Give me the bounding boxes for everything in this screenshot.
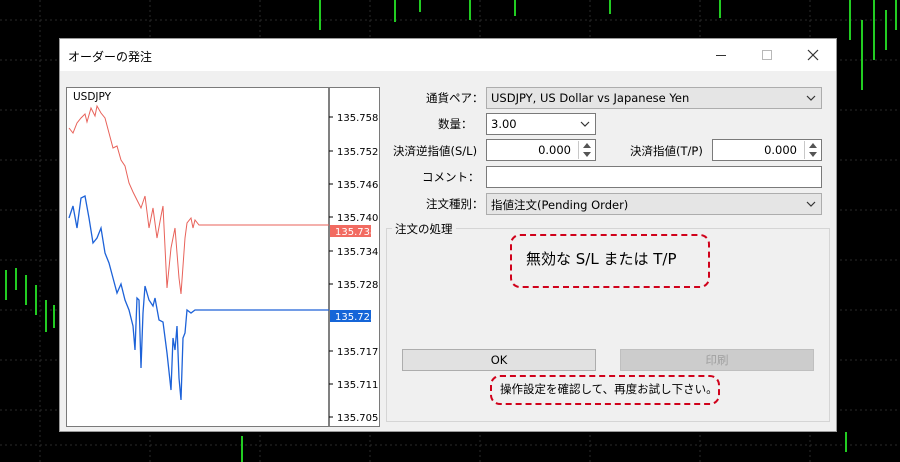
maximize-icon bbox=[762, 50, 772, 60]
maximize-button[interactable] bbox=[744, 39, 790, 71]
sl-input[interactable]: 0.000 bbox=[486, 139, 596, 161]
volume-combo[interactable]: 3.00 bbox=[486, 113, 596, 135]
comment-label: コメント： bbox=[422, 170, 480, 184]
window-title: オーダーの発注 bbox=[68, 50, 153, 64]
chevron-down-icon bbox=[806, 201, 816, 207]
hint-message: 操作設定を確認して、再度お試し下さい。 bbox=[500, 382, 718, 396]
minimize-icon bbox=[716, 55, 726, 56]
spin-down-icon[interactable] bbox=[805, 150, 820, 159]
error-message: 無効な S/L または T/P bbox=[526, 250, 677, 268]
comment-input[interactable] bbox=[486, 166, 822, 188]
volume-value: 3.00 bbox=[491, 117, 517, 131]
tick-chart-canvas: USDJPY 135.758 135.752 135.746 135.740 135.7… bbox=[68, 88, 378, 426]
close-icon bbox=[807, 49, 819, 61]
order-type-label: 注文種別： bbox=[426, 197, 484, 211]
minimize-button[interactable] bbox=[698, 39, 744, 71]
price-tick-label: 135.746 bbox=[337, 180, 378, 191]
tp-value: 0.000 bbox=[764, 143, 797, 157]
symbol-label: 通貨ペア： bbox=[426, 91, 484, 105]
title-bar: オーダーの発注 bbox=[60, 39, 836, 71]
symbol-select[interactable]: USDJPY, US Dollar vs Japanese Yen bbox=[486, 87, 822, 109]
price-tick-label: 135.734 bbox=[337, 247, 378, 258]
chart-symbol-label: USDJPY bbox=[73, 91, 112, 103]
price-tick-label: 135.752 bbox=[337, 147, 378, 158]
price-tick-label: 135.705 bbox=[337, 413, 378, 424]
spin-up-icon[interactable] bbox=[579, 141, 594, 150]
spin-up-icon[interactable] bbox=[805, 141, 820, 150]
close-button[interactable] bbox=[790, 39, 836, 71]
chevron-down-icon bbox=[580, 121, 590, 127]
sl-spinner[interactable] bbox=[578, 141, 594, 159]
sl-label: 決済逆指値(S/L) bbox=[393, 144, 478, 158]
tick-chart: USDJPY 135.758 135.752 135.746 135.740 135.7… bbox=[66, 87, 380, 427]
tp-input[interactable]: 0.000 bbox=[712, 139, 822, 161]
bid-price-tag-label: 135.723 bbox=[335, 312, 376, 323]
ok-button[interactable]: OK bbox=[402, 349, 596, 371]
bid-price-line bbox=[68, 195, 329, 401]
sl-value: 0.000 bbox=[538, 143, 571, 157]
tp-spinner[interactable] bbox=[804, 141, 820, 159]
price-tick-label: 135.717 bbox=[337, 347, 378, 358]
order-type-value: 指値注文(Pending Order) bbox=[491, 198, 629, 212]
symbol-value: USDJPY, US Dollar vs Japanese Yen bbox=[491, 91, 690, 105]
tp-label: 決済指値(T/P) bbox=[630, 144, 703, 158]
price-tick-label: 135.711 bbox=[337, 380, 378, 391]
ask-price-tag-label: 135.738 bbox=[335, 227, 376, 238]
volume-label: 数量： bbox=[438, 117, 473, 131]
spin-down-icon[interactable] bbox=[579, 150, 594, 159]
ask-price-line bbox=[68, 104, 329, 295]
price-tick-label: 135.758 bbox=[337, 113, 378, 124]
price-tick-label: 135.740 bbox=[337, 213, 378, 224]
price-tick-label: 135.728 bbox=[337, 280, 378, 291]
order-dialog: オーダーの発注 USDJPY 135.758 135.752 135.746 135.… bbox=[59, 38, 837, 432]
print-button[interactable]: 印刷 bbox=[620, 349, 814, 371]
chevron-down-icon bbox=[806, 95, 816, 101]
order-type-select[interactable]: 指値注文(Pending Order) bbox=[486, 193, 822, 215]
group-title: 注文の処理 bbox=[392, 221, 456, 237]
